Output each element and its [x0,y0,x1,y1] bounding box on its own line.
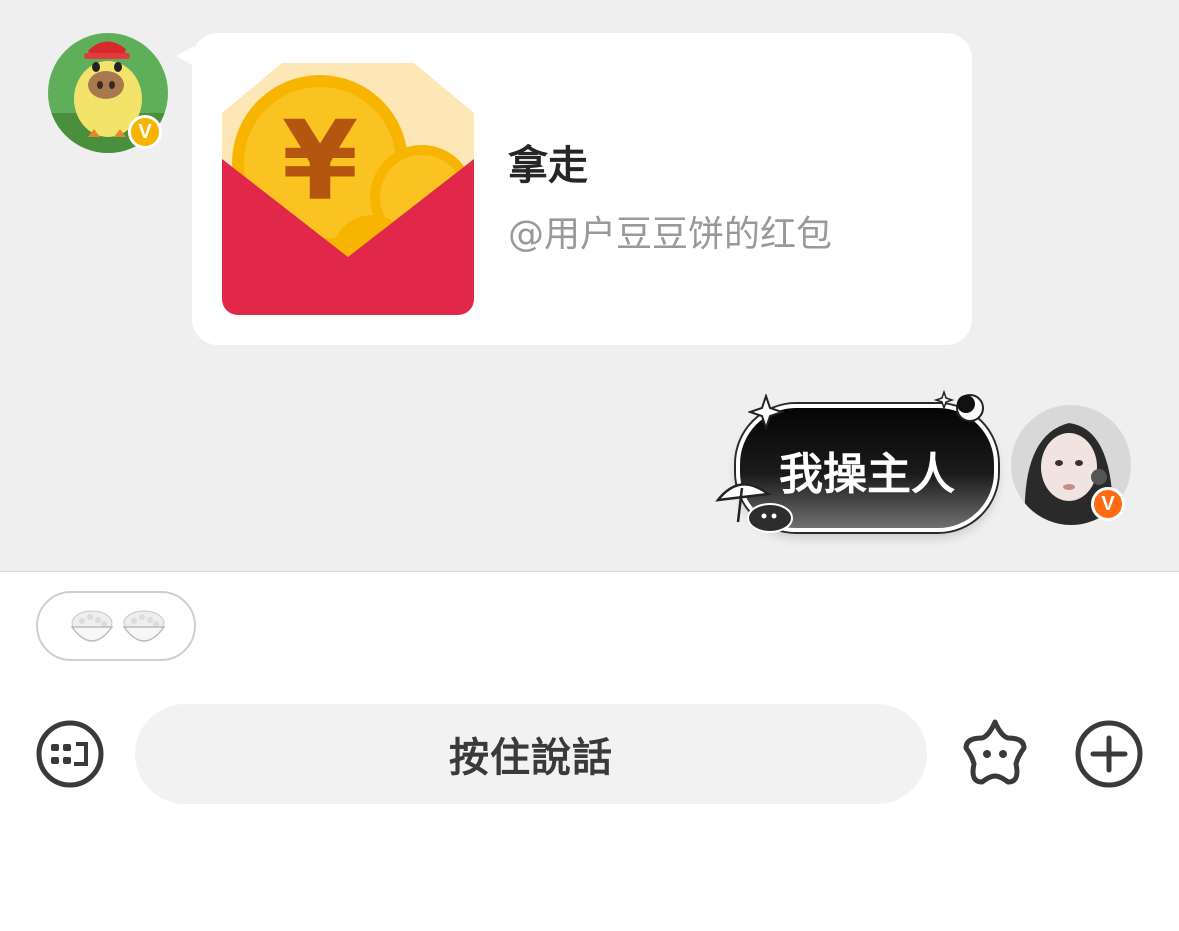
keyboard-icon[interactable] [34,718,106,790]
hold-to-talk-label: 按住說話 [449,735,613,781]
red-packet-message[interactable]: ¥ 拿走 @用户豆豆饼的红包 [192,33,972,345]
moon-icon [933,388,986,432]
chat-area: V ¥ 拿走 @用户豆豆饼的红包 我操主人 V [0,0,1179,572]
rice-bowl-icon [68,603,116,651]
star-face-icon[interactable] [958,716,1030,788]
hold-to-talk-button[interactable]: 按住說話 [135,704,927,804]
sparkle-icon [746,392,786,434]
red-packet-title: 拿走 [508,143,588,189]
input-bar: 按住說話 [0,700,1179,810]
plus-circle-icon[interactable] [1073,718,1145,790]
umbrella-dog-icon [714,470,798,544]
my-avatar[interactable]: V [1011,405,1131,525]
verified-badge: V [1091,487,1125,521]
red-packet-icon: ¥ [222,63,474,315]
red-packet-subtitle: @用户豆豆饼的红包 [508,214,833,255]
sender-avatar[interactable]: V [48,33,168,153]
quick-reply-chip[interactable] [36,591,196,661]
rice-bowl-icon [120,603,168,651]
verified-badge: V [128,115,162,149]
svg-text:¥: ¥ [282,97,359,225]
